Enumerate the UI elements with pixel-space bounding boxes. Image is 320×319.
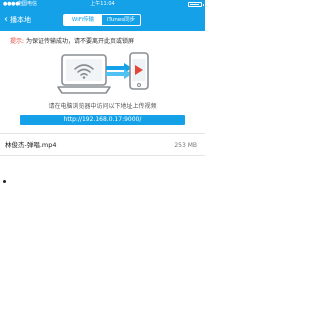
list-item[interactable]: 林俊杰-弹唱.mp4 253 MB	[0, 138, 205, 154]
transfer-hint: 提示: 为保证传输成功，请不要离开此页或锁屏	[10, 38, 200, 46]
tab-itunes-sync[interactable]: iTunes同步	[102, 15, 140, 25]
file-size: 253 MB	[174, 142, 197, 149]
divider	[0, 155, 205, 156]
status-bar: ●●●●○ 中国电信 上午11:04	[0, 0, 205, 9]
status-time: 上午11:04	[90, 1, 115, 7]
back-label: 播本地	[10, 16, 31, 24]
upload-instruction: 请在电脑浏览器中访问以下地址上传视频	[48, 103, 157, 110]
dot-marker	[3, 180, 6, 183]
tab-wifi-transfer[interactable]: WiFi传输	[64, 15, 102, 25]
upload-url[interactable]: http://192.168.0.17:9000/	[20, 115, 185, 125]
file-name: 林俊杰-弹唱.mp4	[5, 141, 57, 149]
file-list: 林俊杰-弹唱.mp4 253 MB	[0, 133, 205, 319]
nav-bar: ‹ 播本地 WiFi传输 iTunes同步	[0, 9, 205, 31]
phone-icon	[129, 52, 149, 90]
battery-icon	[188, 2, 204, 7]
hint-label: 提示:	[10, 38, 25, 45]
wifi-transfer-illustration	[57, 52, 149, 94]
transfer-mode-switch: WiFi传输 iTunes同步	[63, 14, 141, 26]
hint-text: 为保证传输成功，请不要离开此页或锁屏	[25, 38, 134, 45]
back-button[interactable]: ‹ 播本地	[4, 14, 31, 26]
transfer-arrows-icon	[106, 63, 132, 79]
chevron-left-icon: ‹	[4, 14, 8, 25]
